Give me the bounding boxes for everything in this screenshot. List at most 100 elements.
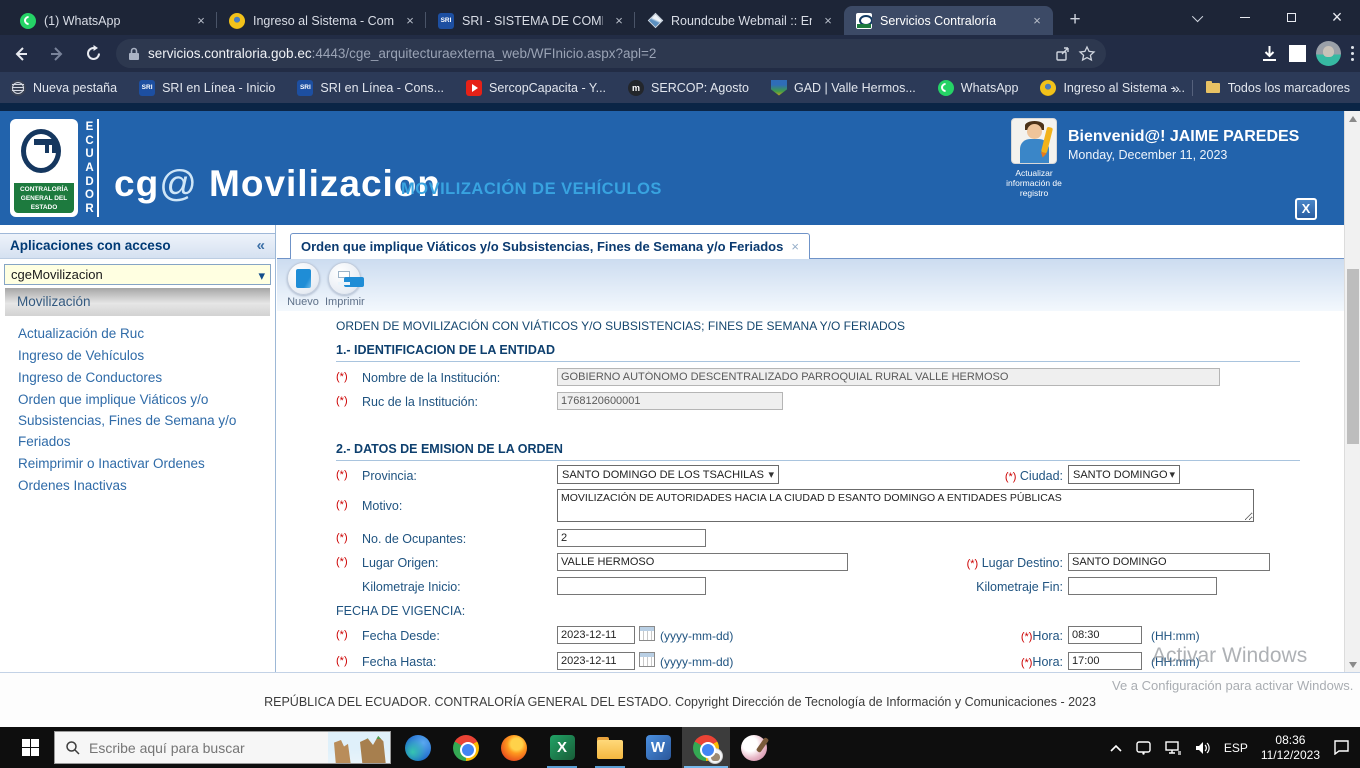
taskbar-search[interactable]	[54, 731, 391, 764]
bookmark-ingreso-sistema[interactable]: Ingreso al Sistema -...	[1040, 80, 1185, 96]
taskbar-clock[interactable]: 08:36 11/12/2023	[1261, 733, 1320, 763]
ocupantes-input[interactable]	[557, 529, 706, 547]
bookmarks-overflow-icon[interactable]: »	[1172, 80, 1180, 96]
required-marker: (*)	[336, 629, 356, 641]
provincia-select[interactable]: SANTO DOMINGO DE LOS TSACHILAS ▾	[557, 465, 779, 484]
document-tab-close-icon[interactable]: ×	[791, 239, 799, 254]
bookmark-gad-valle-hermoso[interactable]: GAD | Valle Hermos...	[771, 80, 916, 96]
taskbar-firefox-icon[interactable]	[490, 727, 538, 768]
origen-input[interactable]	[557, 553, 848, 571]
nombre-input[interactable]	[557, 368, 1220, 386]
sidebar-item-reimprimir[interactable]: Reimprimir o Inactivar Ordenes	[18, 453, 266, 474]
tab-whatsapp[interactable]: (1) WhatsApp ×	[8, 6, 217, 35]
bookmark-sri-inicio[interactable]: SRI SRI en Línea - Inicio	[139, 80, 275, 96]
hora-desde-label-wrap: (*)Hora:	[917, 629, 1063, 643]
download-icon[interactable]	[1260, 44, 1279, 63]
new-button[interactable]: Nuevo	[284, 262, 322, 308]
vigencia-label: FECHA DE VIGENCIA:	[336, 604, 465, 618]
km-inicio-input[interactable]	[557, 577, 706, 595]
tab-close-icon[interactable]: ×	[402, 13, 418, 29]
sidebar-item-actualizacion-ruc[interactable]: Actualización de Ruc	[18, 323, 266, 344]
print-button[interactable]: Imprimir	[325, 262, 363, 308]
required-marker: (*)	[336, 371, 356, 383]
sidebar-item-ordenes-inactivas[interactable]: Ordenes Inactivas	[18, 475, 266, 496]
user-avatar[interactable]	[1011, 118, 1057, 164]
share-icon[interactable]	[1054, 45, 1072, 63]
tab-ingreso-sistema[interactable]: Ingreso al Sistema - Compra ×	[217, 6, 426, 35]
forward-icon[interactable]	[42, 39, 72, 69]
calendar-icon[interactable]	[639, 626, 655, 641]
all-bookmarks-button[interactable]: Todos los marcadores	[1205, 80, 1350, 96]
search-daily-image[interactable]	[328, 731, 390, 764]
cge-icon	[856, 13, 872, 29]
tab-close-icon[interactable]: ×	[193, 13, 209, 29]
language-indicator[interactable]: ESP	[1224, 741, 1248, 755]
update-registration-link[interactable]: Actualizar información de registro	[998, 168, 1070, 198]
sidebar-collapse-icon[interactable]: «	[257, 234, 265, 258]
destino-input[interactable]	[1068, 553, 1270, 571]
ruc-input[interactable]	[557, 392, 783, 410]
bookmark-sri-consultas[interactable]: SRI SRI en Línea - Cons...	[297, 80, 444, 96]
sidebar-item-ingreso-vehiculos[interactable]: Ingreso de Vehículos	[18, 345, 266, 366]
sidebar-group-header[interactable]: Movilización	[5, 288, 270, 316]
main-panel: Orden que implique Viáticos y/o Subsiste…	[277, 225, 1344, 672]
tab-close-icon[interactable]: ×	[611, 13, 627, 29]
motivo-textarea[interactable]: MOVILIZACIÓN DE AUTORIDADES HACIA LA CIU…	[557, 489, 1254, 522]
search-input[interactable]	[81, 740, 328, 756]
hidden-icons-chevron-icon[interactable]	[1110, 744, 1122, 752]
document-tab-orden[interactable]: Orden que implique Viáticos y/o Subsiste…	[290, 233, 810, 259]
tab-servicios-contraloria[interactable]: Servicios Contraloría ×	[844, 6, 1053, 35]
browser-menu-icon[interactable]	[1351, 46, 1354, 61]
bookmark-sercopcapacita[interactable]: SercopCapacita - Y...	[466, 80, 606, 96]
fecha-hasta-input[interactable]	[557, 652, 635, 670]
back-icon[interactable]	[6, 39, 36, 69]
reload-icon[interactable]	[78, 39, 108, 69]
taskbar-explorer-icon[interactable]	[586, 727, 634, 768]
taskbar-chrome-icon[interactable]	[442, 727, 490, 768]
scroll-up-icon[interactable]	[1345, 111, 1360, 127]
ecuador-crest-icon	[229, 13, 245, 29]
scroll-down-icon[interactable]	[1345, 657, 1360, 673]
sidebar-item-orden-viaticos[interactable]: Orden que implique Viáticos y/o Subsiste…	[18, 389, 266, 452]
cast-icon[interactable]	[1135, 741, 1152, 755]
tab-search-chevron-icon[interactable]	[1176, 0, 1222, 35]
application-select[interactable]: cgeMovilizacion ▾	[4, 264, 271, 285]
scrollbar-thumb[interactable]	[1347, 269, 1359, 444]
fecha-desde-input[interactable]	[557, 626, 635, 644]
app-close-button[interactable]: X	[1295, 198, 1317, 220]
taskbar-edge-icon[interactable]	[394, 727, 442, 768]
address-bar[interactable]: servicios.contraloria.gob.ec:4443/cge_ar…	[116, 39, 1106, 68]
window-maximize-button[interactable]	[1268, 0, 1314, 35]
browser-profile-avatar[interactable]	[1316, 41, 1341, 66]
taskbar-excel-icon[interactable]: X	[538, 727, 586, 768]
hora-hasta-input[interactable]	[1068, 652, 1142, 670]
tab-close-icon[interactable]: ×	[1029, 13, 1045, 29]
window-close-button[interactable]: ×	[1314, 0, 1360, 35]
new-tab-button[interactable]: +	[1061, 7, 1089, 35]
network-icon[interactable]	[1165, 741, 1182, 755]
sidepanel-icon[interactable]	[1289, 45, 1306, 62]
start-button[interactable]	[8, 727, 52, 768]
ciudad-select[interactable]: SANTO DOMINGO ▾	[1068, 465, 1180, 484]
taskbar-paint-icon[interactable]	[730, 727, 778, 768]
volume-icon[interactable]	[1195, 741, 1211, 755]
km-fin-input[interactable]	[1068, 577, 1217, 595]
ecuador-crest-icon	[1040, 80, 1056, 96]
tab-close-icon[interactable]: ×	[820, 13, 836, 29]
tab-sri[interactable]: SRI SRI - SISTEMA DE COMPROB ×	[426, 6, 635, 35]
bookmark-whatsapp[interactable]: WhatsApp	[938, 80, 1019, 96]
taskbar: X W ESP 08:36 11/12/2023	[0, 727, 1360, 768]
action-center-icon[interactable]	[1333, 740, 1350, 755]
tab-roundcube[interactable]: Roundcube Webmail :: Entra ×	[635, 6, 844, 35]
window-minimize-button[interactable]	[1222, 0, 1268, 35]
calendar-icon[interactable]	[639, 652, 655, 667]
taskbar-chrome-active-icon[interactable]	[682, 727, 730, 768]
taskbar-word-icon[interactable]: W	[634, 727, 682, 768]
hora-desde-input[interactable]	[1068, 626, 1142, 644]
bookmark-nueva-pestana[interactable]: Nueva pestaña	[10, 80, 117, 96]
bookmark-sercop-agosto[interactable]: m SERCOP: Agosto	[628, 80, 749, 96]
page-scrollbar[interactable]	[1344, 111, 1360, 673]
bookmark-star-icon[interactable]	[1078, 45, 1096, 63]
sidebar-item-ingreso-conductores[interactable]: Ingreso de Conductores	[18, 367, 266, 388]
cge-emblem-icon	[14, 123, 72, 183]
